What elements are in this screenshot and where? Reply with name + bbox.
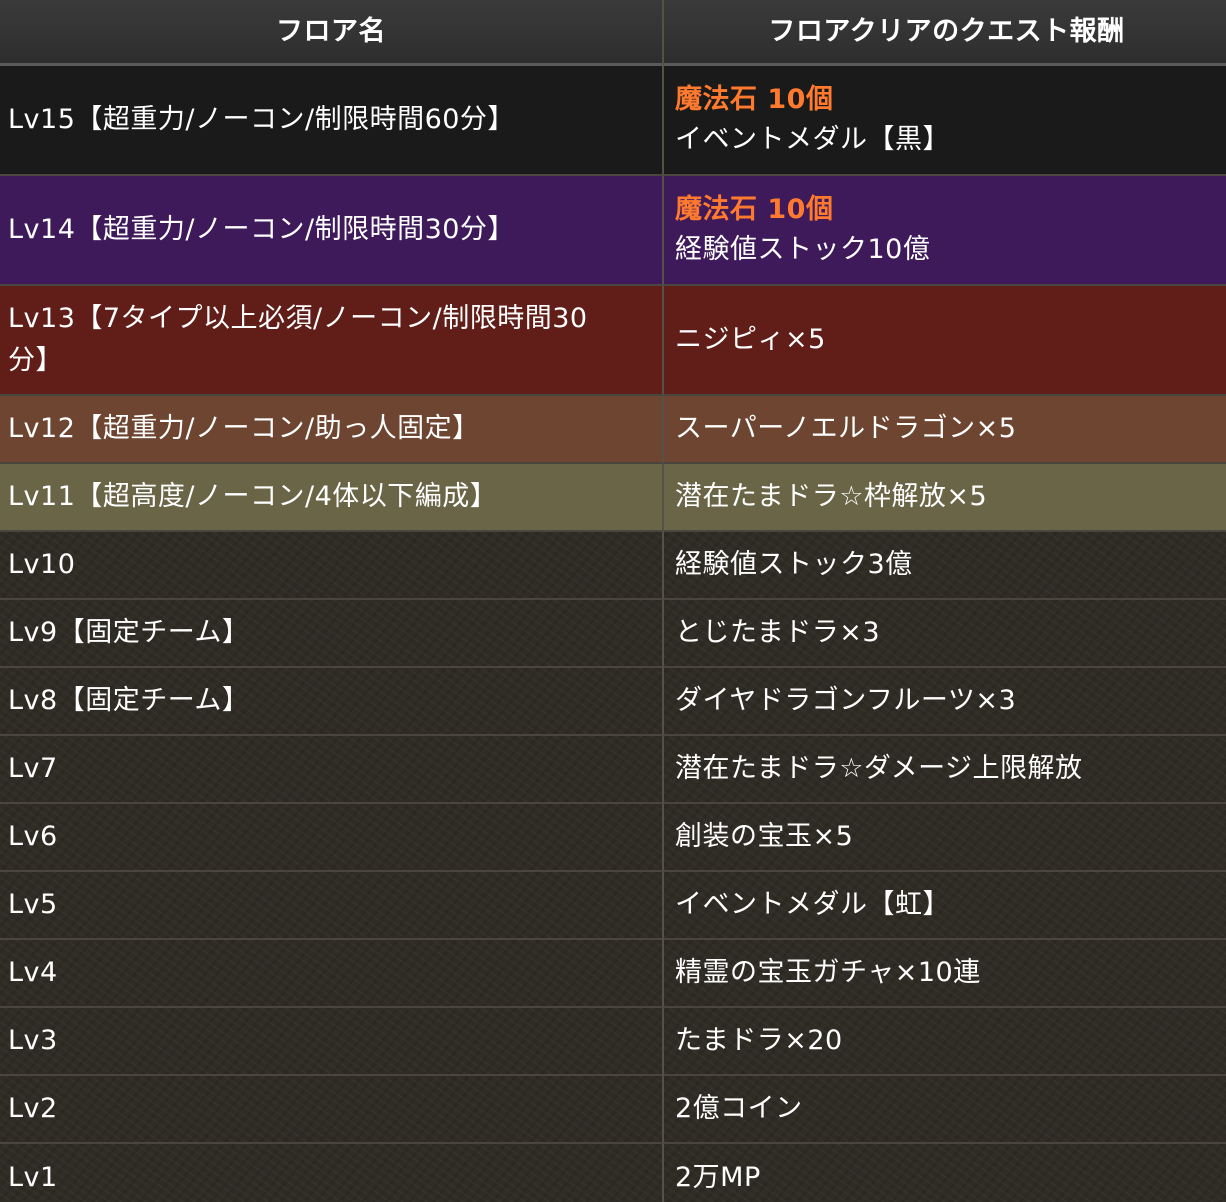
table-row-floor: Lv3 xyxy=(0,1008,664,1076)
table-row-reward: ダイヤドラゴンフルーツ×3 xyxy=(664,668,1226,736)
table-row-reward: 魔法石 10個 イベントメダル【黒】 xyxy=(664,66,1226,176)
floor-name: Lv1 xyxy=(8,1162,58,1193)
table-row-floor: Lv8【固定チーム】 xyxy=(0,668,664,736)
column-header-reward: フロアクリアのクエスト報酬 xyxy=(664,0,1226,66)
floor-name: Lv6 xyxy=(8,821,58,852)
floor-name: Lv4 xyxy=(8,957,58,988)
table-row-floor: Lv13【7タイプ以上必須/ノーコン/制限時間30分】 xyxy=(0,286,664,396)
table-row-reward: 精霊の宝玉ガチャ×10連 xyxy=(664,940,1226,1008)
reward-text: 創装の宝玉×5 xyxy=(675,821,854,852)
floor-name: Lv2 xyxy=(8,1093,58,1124)
reward-text: ダイヤドラゴンフルーツ×3 xyxy=(675,685,1017,716)
table-row-floor: Lv4 xyxy=(0,940,664,1008)
table-row-reward: たまドラ×20 xyxy=(664,1008,1226,1076)
reward-text: イベントメダル【虹】 xyxy=(675,889,950,920)
floor-name: Lv7 xyxy=(8,753,58,784)
floor-name: Lv12【超重力/ノーコン/助っ人固定】 xyxy=(8,413,480,444)
table-row-floor: Lv9【固定チーム】 xyxy=(0,600,664,668)
table-row-floor: Lv11【超高度/ノーコン/4体以下編成】 xyxy=(0,464,664,532)
floor-name: Lv8【固定チーム】 xyxy=(8,685,250,716)
reward-text: 経験値ストック10億 xyxy=(675,234,931,265)
reward-text: スーパーノエルドラゴン×5 xyxy=(675,413,1017,444)
reward-text: イベントメダル【黒】 xyxy=(675,124,950,155)
floor-name: Lv3 xyxy=(8,1025,58,1056)
table-row-reward: スーパーノエルドラゴン×5 xyxy=(664,396,1226,464)
table-row-reward: 2万MP xyxy=(664,1144,1226,1202)
table-row-floor: Lv6 xyxy=(0,804,664,872)
floor-reward-table: フロア名 フロアクリアのクエスト報酬 Lv15【超重力/ノーコン/制限時間60分… xyxy=(0,0,1226,1202)
reward-text: 2億コイン xyxy=(675,1093,803,1124)
reward-text: 潜在たまドラ☆ダメージ上限解放 xyxy=(675,753,1083,784)
column-header-floor: フロア名 xyxy=(0,0,664,66)
floor-name: Lv5 xyxy=(8,889,58,920)
table-row-floor: Lv15【超重力/ノーコン/制限時間60分】 xyxy=(0,66,664,176)
table-row-reward: 潜在たまドラ☆ダメージ上限解放 xyxy=(664,736,1226,804)
table-row-reward: ニジピィ×5 xyxy=(664,286,1226,396)
reward-text: とじたまドラ×3 xyxy=(675,617,880,648)
table-row-reward: 2億コイン xyxy=(664,1076,1226,1144)
table-row-floor: Lv12【超重力/ノーコン/助っ人固定】 xyxy=(0,396,664,464)
table-row-reward: 創装の宝玉×5 xyxy=(664,804,1226,872)
reward-text: 2万MP xyxy=(675,1162,761,1193)
reward-highlight: 魔法石 10個 xyxy=(675,194,834,225)
floor-name: Lv9【固定チーム】 xyxy=(8,617,250,648)
floor-name: Lv15【超重力/ノーコン/制限時間60分】 xyxy=(8,104,515,135)
reward-text: 精霊の宝玉ガチャ×10連 xyxy=(675,957,981,988)
table-row-reward: イベントメダル【虹】 xyxy=(664,872,1226,940)
floor-name: Lv13【7タイプ以上必須/ノーコン/制限時間30分】 xyxy=(8,303,588,376)
floor-name: Lv14【超重力/ノーコン/制限時間30分】 xyxy=(8,214,515,245)
reward-text: たまドラ×20 xyxy=(675,1025,843,1056)
floor-name: Lv11【超高度/ノーコン/4体以下編成】 xyxy=(8,481,498,512)
table-row-reward: 経験値ストック3億 xyxy=(664,532,1226,600)
table-row-floor: Lv14【超重力/ノーコン/制限時間30分】 xyxy=(0,176,664,286)
reward-text: 潜在たまドラ☆枠解放×5 xyxy=(675,481,988,512)
table-row-reward: とじたまドラ×3 xyxy=(664,600,1226,668)
reward-text: ニジピィ×5 xyxy=(675,324,826,355)
floor-name: Lv10 xyxy=(8,549,76,580)
table-row-floor: Lv10 xyxy=(0,532,664,600)
table-row-floor: Lv5 xyxy=(0,872,664,940)
table-row-floor: Lv7 xyxy=(0,736,664,804)
reward-highlight: 魔法石 10個 xyxy=(675,84,834,115)
table-row-floor: Lv1 xyxy=(0,1144,664,1202)
table-row-floor: Lv2 xyxy=(0,1076,664,1144)
table-row-reward: 潜在たまドラ☆枠解放×5 xyxy=(664,464,1226,532)
table-row-reward: 魔法石 10個 経験値ストック10億 xyxy=(664,176,1226,286)
reward-text: 経験値ストック3億 xyxy=(675,549,913,580)
